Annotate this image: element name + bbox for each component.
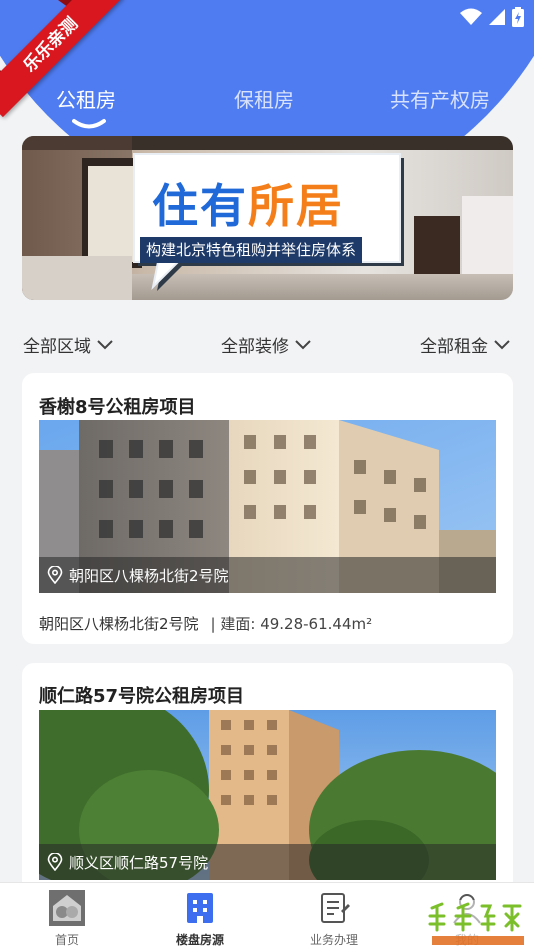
project-title: 顺仁路57号院公租房项目 xyxy=(39,686,245,707)
tab-shared-ownership[interactable]: 共有产权房 xyxy=(390,84,490,113)
nav-listings-label: 楼盘房源 xyxy=(175,933,224,947)
banner-headline-orange: 所居 xyxy=(248,179,344,233)
filter-decoration[interactable]: 全部装修 xyxy=(221,332,311,357)
document-edit-icon xyxy=(315,889,353,927)
signal-icon xyxy=(489,9,505,25)
filter-rent-label: 全部租金 xyxy=(420,337,488,357)
promo-banner[interactable]: 住有所居 构建北京特色租购并举住房体系 xyxy=(22,136,513,300)
filter-region[interactable]: 全部区域 xyxy=(23,332,113,357)
wifi-icon xyxy=(460,8,482,25)
location-pin-icon xyxy=(47,566,63,584)
site-watermark-logo xyxy=(422,900,534,951)
location-text: 朝阳区八棵杨北街2号院 xyxy=(69,566,229,585)
home-icon xyxy=(48,889,86,927)
project-area: | 建面: 49.28-61.44m² xyxy=(210,615,373,633)
banner-subtitle: 构建北京特色租购并举住房体系 xyxy=(140,237,363,263)
filter-decoration-label: 全部装修 xyxy=(221,337,289,357)
location-text: 顺义区顺仁路57号院 xyxy=(69,853,209,872)
chevron-down-icon xyxy=(97,339,113,349)
tab-affordable-rental[interactable]: 保租房 xyxy=(234,84,294,113)
nav-home-label: 首页 xyxy=(54,933,79,947)
tab-public-rental[interactable]: 公租房 xyxy=(56,84,116,113)
filter-rent[interactable]: 全部租金 xyxy=(420,332,510,357)
location-bar: 顺义区顺仁路57号院 xyxy=(39,844,496,880)
nav-services[interactable]: 业务办理 xyxy=(284,883,384,951)
project-card[interactable]: 香榭8号公租房项目 朝阳区八棵杨北街2号院 朝阳区八棵杨北街2号院 | 建面: … xyxy=(22,373,513,644)
location-bar: 朝阳区八棵杨北街2号院 xyxy=(39,557,496,593)
chevron-down-icon xyxy=(295,339,311,349)
location-pin-icon xyxy=(47,853,63,871)
project-card[interactable]: 顺仁路57号院公租房项目 顺义区顺仁路57号院 xyxy=(22,663,513,903)
project-address: 朝阳区八棵杨北街2号院 xyxy=(39,615,199,633)
nav-home[interactable]: 首页 xyxy=(17,883,117,951)
project-meta: 朝阳区八棵杨北街2号院 | 建面: 49.28-61.44m² xyxy=(39,613,378,634)
nav-listings[interactable]: 楼盘房源 xyxy=(150,883,250,951)
active-tab-indicator xyxy=(72,119,106,129)
project-title: 香榭8号公租房项目 xyxy=(39,397,196,418)
filter-region-label: 全部区域 xyxy=(23,337,91,357)
banner-headline: 住有所居 xyxy=(152,170,344,236)
app-screen: 乐乐亲测 公租房 保租房 共有产权房 住有所居 构建北京特色租购并举住房体系 全… xyxy=(0,0,534,951)
status-bar xyxy=(460,6,524,28)
project-image: 顺义区顺仁路57号院 xyxy=(39,710,496,880)
nav-services-label: 业务办理 xyxy=(309,933,358,947)
banner-headline-blue: 住有 xyxy=(152,179,248,233)
chevron-down-icon xyxy=(494,339,510,349)
battery-icon xyxy=(512,7,524,27)
building-icon xyxy=(181,889,219,927)
filter-bar: 全部区域 全部装修 全部租金 xyxy=(0,332,534,358)
project-image: 朝阳区八棵杨北街2号院 xyxy=(39,420,496,593)
